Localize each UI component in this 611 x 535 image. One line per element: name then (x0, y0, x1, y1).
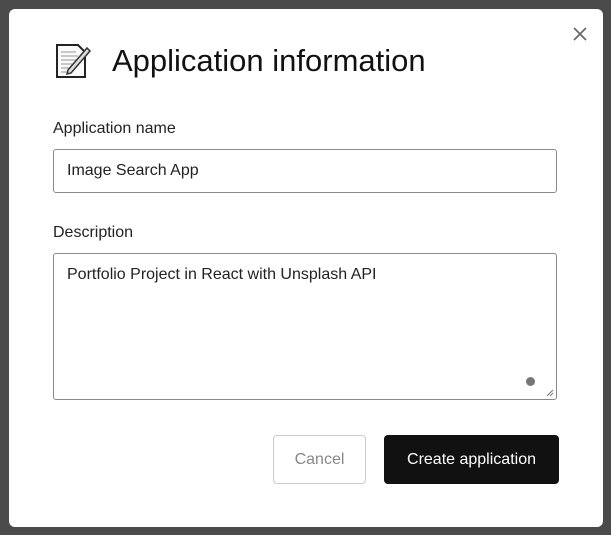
resize-handle-icon[interactable] (545, 388, 554, 397)
dialog-header: Application information (54, 42, 426, 80)
description-text: Portfolio Project in React with Unsplash… (67, 266, 377, 283)
memo-icon (56, 44, 92, 78)
application-name-label: Application name (53, 120, 176, 137)
grammar-indicator-icon[interactable] (526, 377, 535, 386)
cancel-button[interactable]: Cancel (273, 435, 366, 484)
application-info-dialog: Application information Application name… (9, 9, 603, 527)
application-name-input[interactable]: Image Search App (53, 149, 557, 193)
create-application-button[interactable]: Create application (384, 435, 559, 484)
description-label: Description (53, 224, 134, 241)
dialog-title: Application information (112, 43, 426, 78)
close-icon[interactable] (571, 25, 589, 43)
description-textarea[interactable]: Portfolio Project in React with Unsplash… (53, 253, 557, 400)
